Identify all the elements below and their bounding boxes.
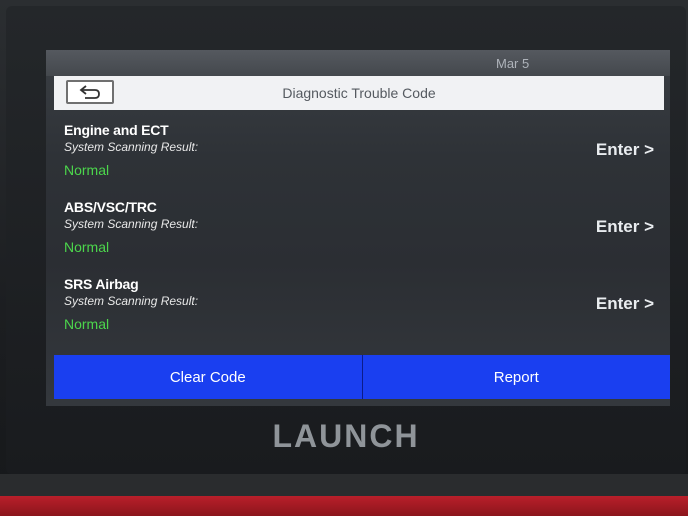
scan-result-label: System Scanning Result: <box>64 140 199 154</box>
system-name: Engine and ECT <box>64 122 169 138</box>
scan-result-label: System Scanning Result: <box>64 294 199 308</box>
status-date: Mar 5 <box>496 56 530 71</box>
page-title: Diagnostic Trouble Code <box>282 85 436 101</box>
system-row-engine: Engine and ECT System Scanning Result: N… <box>64 122 654 199</box>
status-bar: Mar 5 <box>46 50 670 76</box>
device-bezel-strip <box>0 474 688 496</box>
system-row-srs: SRS Airbag System Scanning Result: Norma… <box>64 276 654 353</box>
scan-tool-device: Mar 5 Diagnostic Trouble Code Engine and… <box>6 6 686 474</box>
report-button[interactable]: Report <box>362 355 670 399</box>
enter-button-abs[interactable]: Enter > <box>574 215 654 239</box>
scan-result-status: Normal <box>64 316 110 332</box>
scan-result-status: Normal <box>64 239 110 255</box>
device-screen: Mar 5 Diagnostic Trouble Code Engine and… <box>46 50 670 406</box>
system-list: Engine and ECT System Scanning Result: N… <box>64 122 654 353</box>
action-bar: Clear Code Report <box>54 355 670 399</box>
enter-button-engine[interactable]: Enter > <box>574 138 654 162</box>
scan-result-label: System Scanning Result: <box>64 217 199 231</box>
scan-result-status: Normal <box>64 162 110 178</box>
system-row-abs: ABS/VSC/TRC System Scanning Result: Norm… <box>64 199 654 276</box>
brand-logo: LAUNCH <box>272 418 420 454</box>
title-bar: Diagnostic Trouble Code <box>54 76 664 110</box>
clear-code-button[interactable]: Clear Code <box>54 355 363 399</box>
system-name: SRS Airbag <box>64 276 139 292</box>
system-name: ABS/VSC/TRC <box>64 199 157 215</box>
enter-button-srs[interactable]: Enter > <box>574 292 654 316</box>
device-red-edge <box>0 496 688 516</box>
